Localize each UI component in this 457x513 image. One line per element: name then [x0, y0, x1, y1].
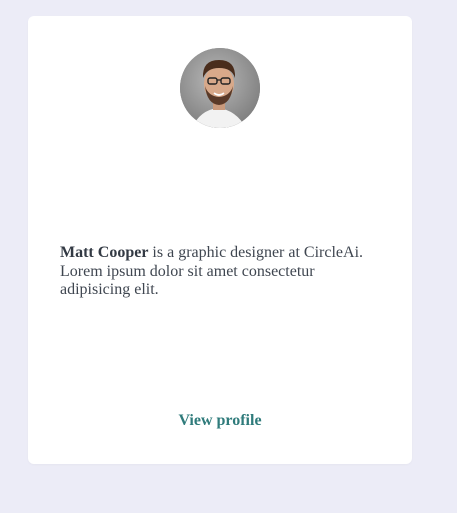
profile-card: Matt Cooper is a graphic designer at Cir…	[28, 16, 412, 464]
view-profile-link[interactable]: View profile	[28, 412, 412, 430]
avatar-image	[180, 48, 260, 128]
bio-text: Matt Cooper is a graphic designer at Cir…	[60, 244, 384, 300]
avatar	[180, 48, 260, 128]
bio-name: Matt Cooper	[60, 244, 149, 261]
